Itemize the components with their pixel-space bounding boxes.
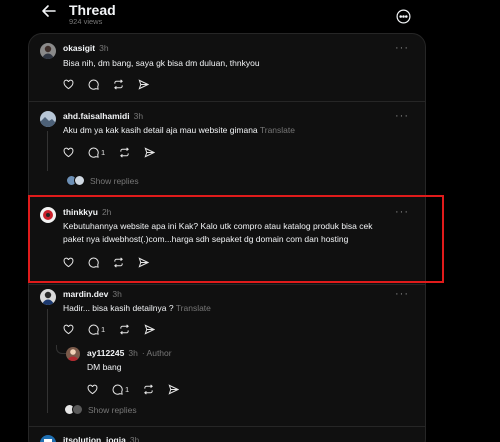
reply-connector: [56, 345, 66, 354]
comment-button[interactable]: 1: [112, 384, 129, 395]
thread-header: Thread 924 views: [0, 0, 500, 34]
comment-button[interactable]: [88, 79, 99, 90]
show-replies-link[interactable]: Show replies: [64, 404, 137, 415]
translate-link[interactable]: Translate: [176, 303, 211, 313]
like-button[interactable]: [63, 324, 74, 335]
post-text: DM bang: [87, 362, 122, 372]
thread-line: [47, 131, 48, 171]
share-button[interactable]: [144, 323, 156, 335]
divider: [28, 284, 426, 285]
avatar[interactable]: [66, 347, 80, 361]
repost-button[interactable]: [113, 78, 124, 90]
like-button[interactable]: [87, 384, 98, 395]
post-actions: 1: [63, 145, 169, 159]
comment-count: 1: [101, 324, 106, 334]
comment-count: 1: [101, 147, 106, 157]
show-replies-link[interactable]: Show replies: [66, 175, 139, 186]
avatar[interactable]: [40, 111, 56, 127]
highlight-box: [28, 195, 444, 283]
more-options-icon[interactable]: [396, 9, 411, 24]
reply-avatars: [64, 404, 84, 415]
share-button[interactable]: [168, 383, 180, 395]
share-button[interactable]: [138, 78, 149, 90]
author-tag: · Author: [141, 348, 172, 358]
page-title: Thread: [69, 2, 116, 18]
avatar[interactable]: [40, 43, 56, 59]
translate-link[interactable]: Translate: [260, 125, 295, 135]
more-dots-icon[interactable]: ···: [395, 43, 409, 54]
comment-count: 1: [125, 384, 130, 394]
post-actions: [63, 77, 163, 91]
share-button[interactable]: [144, 146, 156, 158]
comment-button[interactable]: 1: [88, 324, 105, 335]
thread-line: [47, 309, 48, 413]
post-text: Aku dm ya kak kasih detail aja mau websi…: [63, 125, 295, 135]
repost-button[interactable]: [119, 146, 130, 158]
post-actions: 1: [63, 322, 169, 336]
username[interactable]: itsolution_jogja 3h: [63, 435, 139, 442]
back-arrow-icon[interactable]: [40, 2, 58, 20]
username[interactable]: ahd.faisalhamidi 3h: [63, 111, 143, 121]
username[interactable]: ay112245 3h · Author: [87, 348, 172, 358]
post-text: Hadir... bisa kasih detailnya ? Translat…: [63, 303, 211, 313]
avatar[interactable]: [40, 289, 56, 305]
repost-button[interactable]: [119, 323, 130, 335]
username[interactable]: mardin.dev 3h: [63, 289, 122, 299]
view-count: 924 views: [69, 17, 103, 26]
more-dots-icon[interactable]: ···: [395, 111, 409, 122]
divider: [28, 426, 426, 427]
more-dots-icon[interactable]: ···: [395, 289, 409, 300]
username[interactable]: okasigit 3h: [63, 43, 109, 53]
post-actions: 1: [87, 382, 193, 396]
like-button[interactable]: [63, 79, 74, 90]
comment-button[interactable]: 1: [88, 147, 105, 158]
reply-avatars: [66, 175, 86, 186]
like-button[interactable]: [63, 147, 74, 158]
post-text: Bisa nih, dm bang, saya gk bisa dm dulua…: [63, 58, 260, 68]
repost-button[interactable]: [143, 383, 154, 395]
divider: [28, 101, 426, 102]
